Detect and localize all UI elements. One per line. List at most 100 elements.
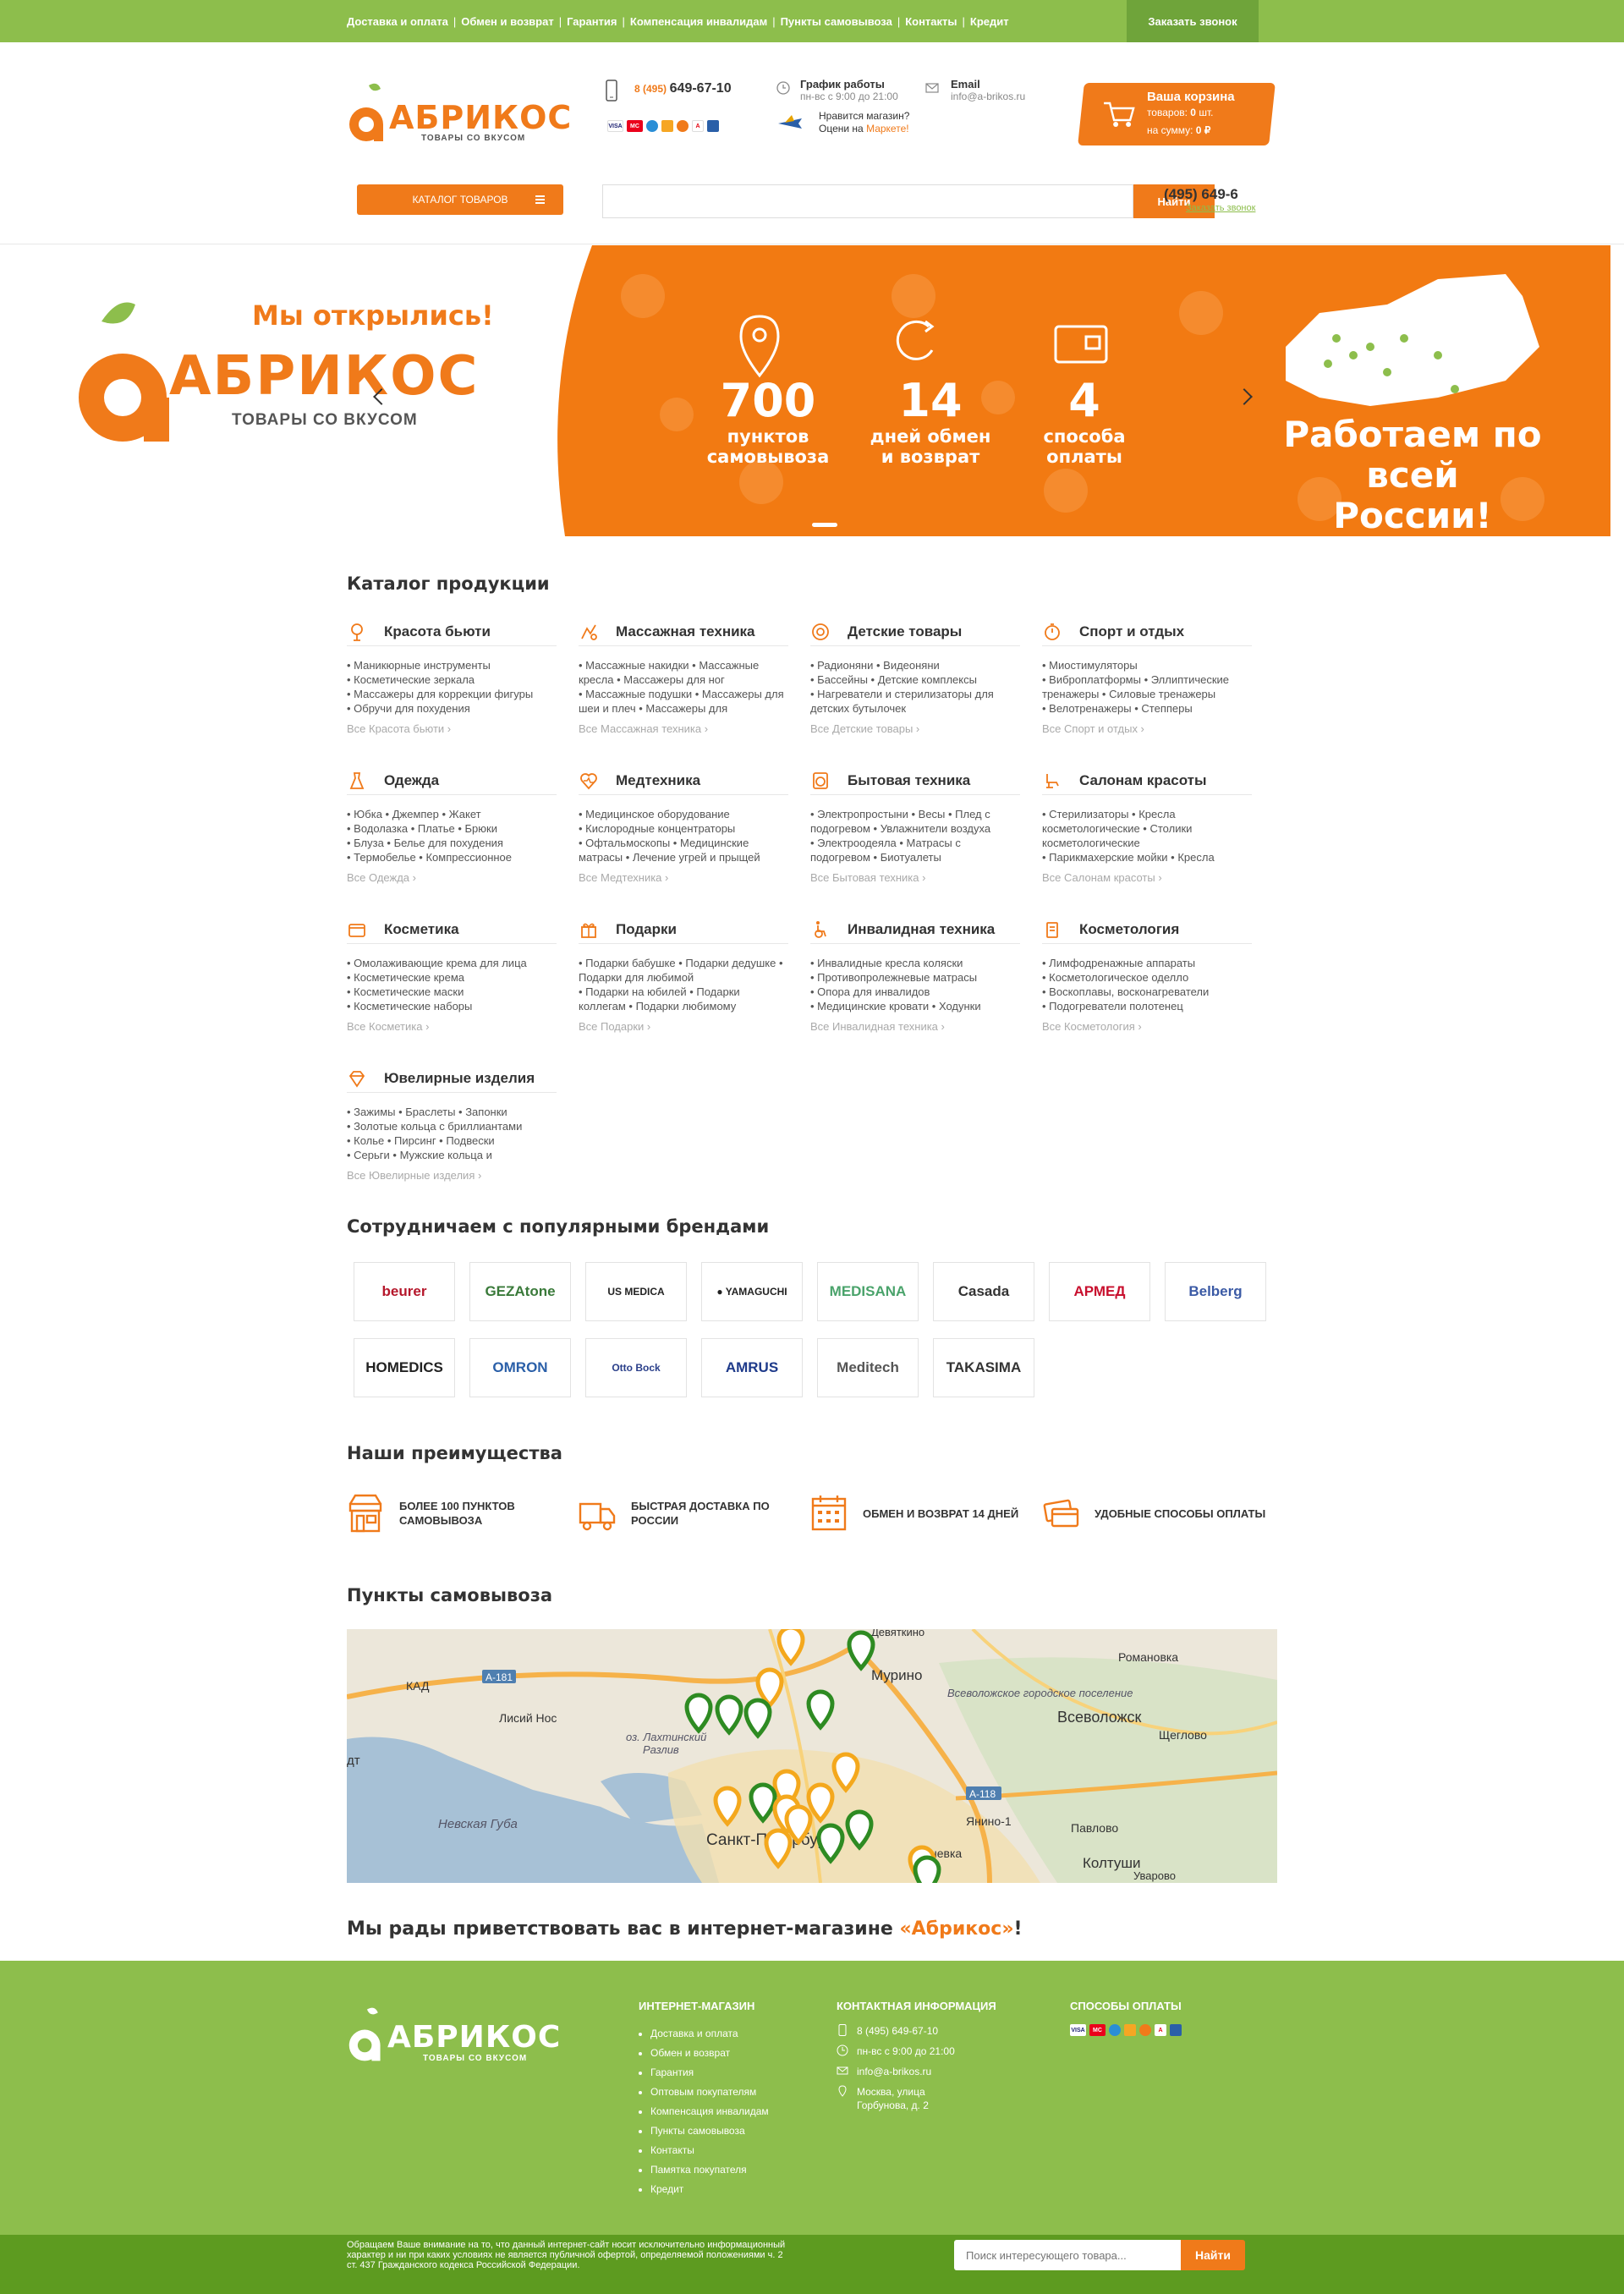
category-items[interactable]: • Подарки бабушке • Подарки дедушке • По…: [579, 956, 788, 1013]
cart[interactable]: Ваша корзина товаров: 0 шт. на сумму: 0 …: [1078, 83, 1276, 145]
brand-logo[interactable]: GEZAtone: [469, 1262, 571, 1321]
category-name[interactable]: Одежда: [384, 772, 439, 789]
category-all-link[interactable]: Все Одежда ›: [347, 871, 557, 884]
footer-link[interactable]: Компенсация инвалидам: [639, 2102, 769, 2121]
brand-logo[interactable]: US MEDICA: [585, 1262, 687, 1321]
category-all-link[interactable]: Все Салонам красоты ›: [1042, 871, 1252, 884]
nav-delivery[interactable]: Доставка и оплата: [347, 15, 448, 28]
category-name[interactable]: Бытовая техника: [848, 772, 970, 789]
category-header[interactable]: Салонам красоты: [1042, 771, 1252, 795]
category-items[interactable]: • Массажные накидки • Массажные кресла •…: [579, 658, 788, 716]
brand-logo[interactable]: Belberg: [1165, 1262, 1266, 1321]
category-name[interactable]: Спорт и отдых: [1079, 623, 1184, 640]
brand-logo[interactable]: ● YAMAGUCHI: [701, 1262, 803, 1321]
category-items[interactable]: • Стерилизаторы • Кресла косметологическ…: [1042, 807, 1252, 864]
category-items[interactable]: • Радионяни • Видеоняни • Бассейны • Дет…: [810, 658, 1020, 716]
category-all-link[interactable]: Все Косметология ›: [1042, 1020, 1252, 1033]
category-name[interactable]: Массажная техника: [616, 623, 755, 640]
category-name[interactable]: Детские товары: [848, 623, 962, 640]
category-all-link[interactable]: Все Инвалидная техника ›: [810, 1020, 1020, 1033]
pickup-marker[interactable]: [913, 1855, 941, 1883]
brand-logo[interactable]: MEDISANA: [817, 1262, 919, 1321]
category-all-link[interactable]: Все Подарки ›: [579, 1020, 788, 1033]
pickup-map[interactable]: Мурино Всеволожск Санкт-Петербург Невска…: [347, 1629, 1277, 1883]
category-name[interactable]: Инвалидная техника: [848, 921, 995, 938]
category-header[interactable]: Косметика: [347, 920, 557, 944]
nav-contacts[interactable]: Контакты: [905, 15, 957, 28]
category-header[interactable]: Подарки: [579, 920, 788, 944]
category-all-link[interactable]: Все Медтехника ›: [579, 871, 788, 884]
category-all-link[interactable]: Все Спорт и отдых ›: [1042, 722, 1252, 735]
category-all-link[interactable]: Все Детские товары ›: [810, 722, 1020, 735]
brand-logo[interactable]: AMRUS: [701, 1338, 803, 1397]
footer-link[interactable]: Обмен и возврат: [639, 2044, 769, 2063]
footer-link[interactable]: Гарантия: [639, 2063, 769, 2083]
nav-credit[interactable]: Кредит: [970, 15, 1009, 28]
category-all-link[interactable]: Все Ювелирные изделия ›: [347, 1169, 557, 1182]
header-email[interactable]: Email info@a-brikos.ru: [925, 78, 1025, 102]
brand-logo[interactable]: HOMEDICS: [354, 1338, 455, 1397]
brand-logo[interactable]: Otto Bock: [585, 1338, 687, 1397]
category-all-link[interactable]: Все Бытовая техника ›: [810, 871, 1020, 884]
category-items[interactable]: • Маникюрные инструменты • Косметические…: [347, 658, 557, 716]
category-items[interactable]: • Зажимы • Браслеты • Запонки • Золотые …: [347, 1105, 557, 1162]
category-name[interactable]: Косметика: [384, 921, 459, 938]
category-name[interactable]: Подарки: [616, 921, 677, 938]
category-items[interactable]: • Медицинское оборудование • Кислородные…: [579, 807, 788, 864]
category-name[interactable]: Красота бьюти: [384, 623, 491, 640]
footer-link[interactable]: Пункты самовывоза: [639, 2121, 769, 2141]
search-input[interactable]: [602, 184, 1133, 218]
footer-search-button[interactable]: Найти: [1181, 2240, 1245, 2270]
category-header[interactable]: Детские товары: [810, 623, 1020, 646]
brand-logo[interactable]: TAKASIMA: [933, 1338, 1034, 1397]
category-name[interactable]: Ювелирные изделия: [384, 1070, 535, 1087]
category-name[interactable]: Медтехника: [616, 772, 700, 789]
footer-link[interactable]: Памятка покупателя: [639, 2160, 769, 2180]
order-call-button[interactable]: Заказать звонок: [1127, 0, 1259, 42]
logo[interactable]: АБРИКОС ТОВАРЫ СО ВКУСОМ: [347, 80, 571, 148]
category-header[interactable]: Красота бьюти: [347, 623, 557, 646]
footer-link[interactable]: Доставка и оплата: [639, 2024, 769, 2044]
category-all-link[interactable]: Все Красота бьюти ›: [347, 722, 557, 735]
footer-link[interactable]: Кредит: [639, 2180, 769, 2199]
banner-pagination-dot[interactable]: [812, 523, 837, 527]
category-items[interactable]: • Лимфодренажные аппараты • Косметологич…: [1042, 956, 1252, 1013]
category-header[interactable]: Косметология: [1042, 920, 1252, 944]
brand-logo[interactable]: beurer: [354, 1262, 455, 1321]
nav-pickup[interactable]: Пункты самовывоза: [781, 15, 892, 28]
footer-link[interactable]: Оптовым покупателям: [639, 2083, 769, 2102]
nav-warranty[interactable]: Гарантия: [567, 15, 617, 28]
brand-logo[interactable]: OMRON: [469, 1338, 571, 1397]
category-header[interactable]: Одежда: [347, 771, 557, 795]
category-all-link[interactable]: Все Косметика ›: [347, 1020, 557, 1033]
category-name[interactable]: Косметология: [1079, 921, 1179, 938]
brand-logo[interactable]: Casada: [933, 1262, 1034, 1321]
header-phone[interactable]: 8 (495) 649-67-10: [606, 78, 732, 102]
promo-banner[interactable]: Мы открылись! АБРИКОС ТОВАРЫ СО ВКУСОМ 7…: [0, 245, 1610, 536]
category-name[interactable]: Салонам красоты: [1079, 772, 1207, 789]
category-items[interactable]: • Электропростыни • Весы • Плед с подогр…: [810, 807, 1020, 864]
category-items[interactable]: • Инвалидные кресла коляски • Противопро…: [810, 956, 1020, 1013]
brand-logo[interactable]: АРМЕД: [1049, 1262, 1150, 1321]
footer-email[interactable]: info@a-brikos.ru: [837, 2065, 1031, 2078]
sticky-phone[interactable]: (495) 649-6: [1164, 186, 1238, 203]
category-items[interactable]: • Миостимуляторы • Виброплатформы • Элли…: [1042, 658, 1252, 716]
nav-compensation[interactable]: Компенсация инвалидам: [630, 15, 767, 28]
category-header[interactable]: Массажная техника: [579, 623, 788, 646]
category-header[interactable]: Ювелирные изделия: [347, 1069, 557, 1093]
footer-link[interactable]: Контакты: [639, 2141, 769, 2160]
brand-logo[interactable]: Meditech: [817, 1338, 919, 1397]
footer-search-input[interactable]: [954, 2240, 1182, 2270]
category-header[interactable]: Инвалидная техника: [810, 920, 1020, 944]
category-all-link[interactable]: Все Массажная техника ›: [579, 722, 788, 735]
footer-phone[interactable]: 8 (495) 649-67-10: [837, 2024, 1031, 2038]
category-items[interactable]: • Омолаживающие крема для лица • Космети…: [347, 956, 557, 1013]
category-items[interactable]: • Юбка • Джемпер • Жакет • Водолазка • П…: [347, 807, 557, 864]
market-rating[interactable]: Нравится магазин? Оцени на Маркете!: [776, 110, 909, 135]
sticky-call-link[interactable]: Заказать звонок: [1186, 203, 1255, 213]
category-header[interactable]: Медтехника: [579, 771, 788, 795]
market-link[interactable]: Маркете!: [866, 123, 909, 134]
category-header[interactable]: Спорт и отдых: [1042, 623, 1252, 646]
category-header[interactable]: Бытовая техника: [810, 771, 1020, 795]
nav-exchange[interactable]: Обмен и возврат: [461, 15, 553, 28]
